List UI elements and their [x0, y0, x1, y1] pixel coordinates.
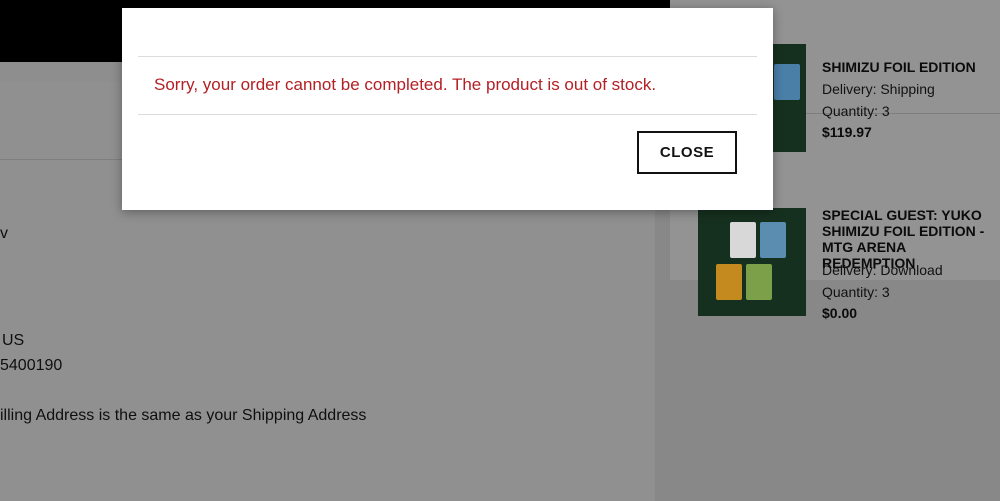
cart-item-quantity: Quantity: 3	[822, 103, 890, 119]
address-country: US	[2, 332, 25, 349]
cart-item-title: SHIMIZU FOIL EDITION	[822, 59, 976, 75]
address-line-fragment: v	[0, 225, 8, 242]
close-button[interactable]: CLOSE	[637, 131, 737, 174]
product-thumbnail	[698, 208, 806, 316]
billing-same-as-shipping-label[interactable]: illing Address is the same as your Shipp…	[0, 407, 366, 425]
cart-item-delivery: Delivery: Download	[822, 262, 943, 278]
cart-item-price: $0.00	[822, 305, 858, 321]
card-art	[760, 222, 786, 258]
card-art	[746, 264, 772, 300]
card-art	[716, 264, 742, 300]
error-message: Sorry, your order cannot be completed. T…	[154, 75, 657, 94]
error-dialog: Sorry, your order cannot be completed. T…	[122, 8, 773, 210]
cart-item-price: $119.97	[822, 124, 872, 140]
card-art	[774, 64, 800, 100]
card-art	[730, 222, 756, 258]
address-phone: 5400190	[0, 357, 63, 374]
dialog-footer-divider	[138, 114, 757, 115]
cart-item-delivery: Delivery: Shipping	[822, 81, 935, 97]
cart-item-quantity: Quantity: 3	[822, 284, 890, 300]
dialog-header-divider	[138, 56, 757, 57]
